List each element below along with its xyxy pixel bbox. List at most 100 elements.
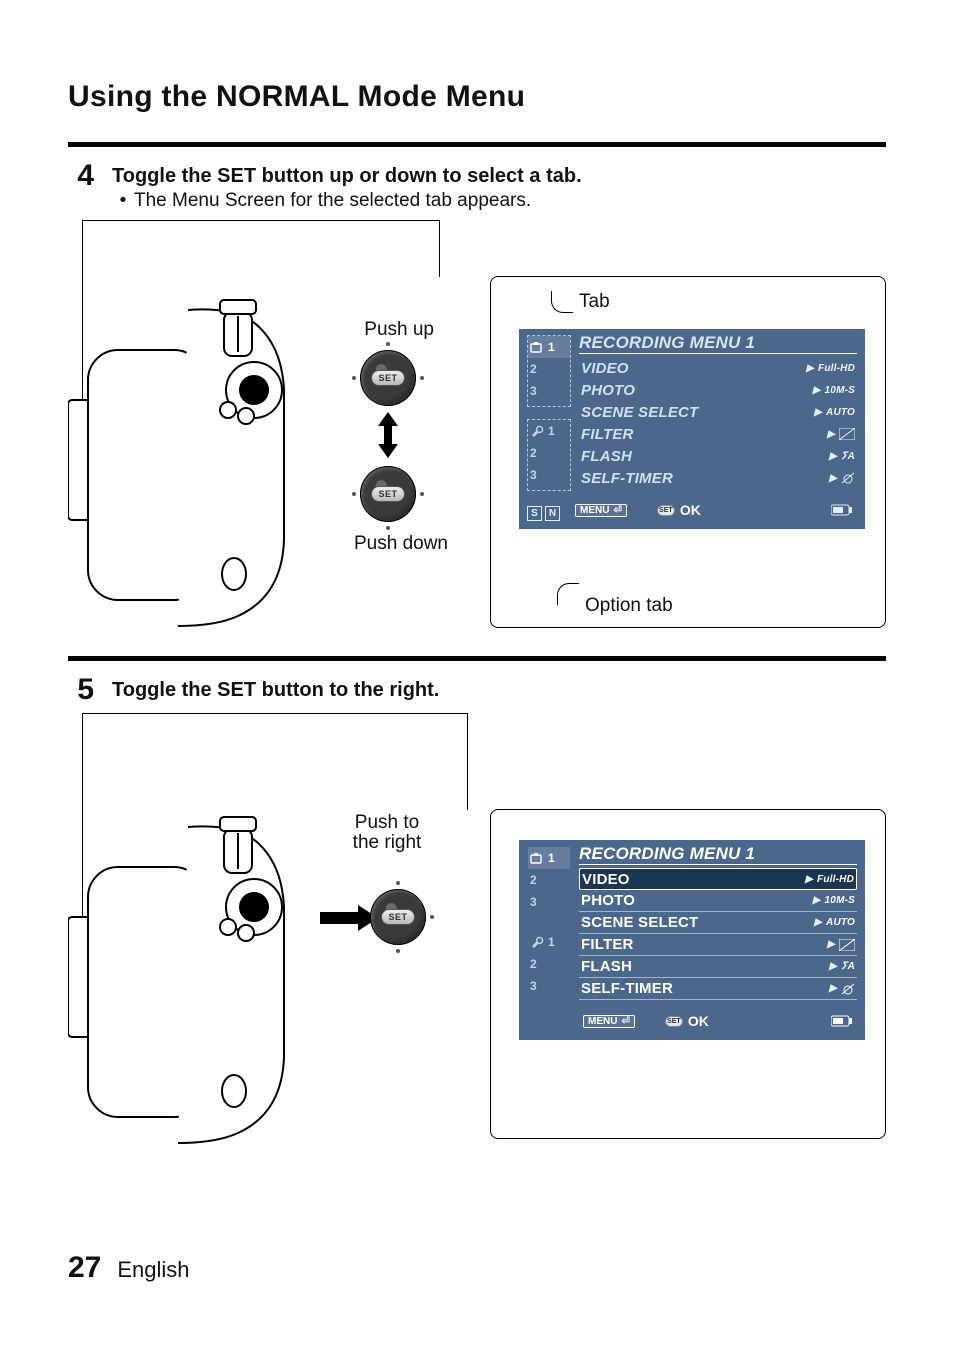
set-button-label: SET [371, 370, 405, 386]
row-scene-select[interactable]: SCENE SELECT ▶ AUTO [579, 912, 857, 934]
tab-opt-2[interactable]: 2 [528, 953, 570, 975]
return-icon: ⏎ [613, 505, 621, 516]
tab-rec-3[interactable]: 3 [528, 891, 570, 913]
filter-off-icon [839, 939, 855, 951]
step-4-note-text: The Menu Screen for the selected tab app… [134, 190, 531, 211]
row-flash[interactable]: FLASH▶ⵢA [579, 445, 857, 467]
set-button-label: SET [371, 486, 405, 502]
dot-icon [420, 376, 424, 380]
row-value: ⵢA [841, 451, 855, 462]
tab-num: 2 [530, 362, 537, 376]
row-self-timer[interactable]: SELF-TIMER▶ [579, 978, 857, 1000]
tab-num: 1 [548, 424, 555, 438]
camera-icon [530, 340, 544, 354]
row-value: 10M-S [825, 385, 855, 396]
timer-off-icon [841, 472, 855, 484]
row-photo[interactable]: PHOTO▶10M-S [579, 379, 857, 401]
row-label: FILTER [581, 426, 634, 443]
tab-opt-1[interactable]: 1 [528, 420, 570, 442]
tab-opt-3[interactable]: 3 [528, 975, 570, 997]
dot-icon [420, 492, 424, 496]
menu-label: MENU [580, 505, 609, 516]
dot-icon [430, 915, 434, 919]
divider [68, 656, 886, 661]
tab-num: 3 [530, 384, 537, 398]
chip-n: N [545, 506, 560, 521]
set-button-down[interactable]: SET [360, 466, 416, 522]
step-5: 5 Toggle the SET button to the right. [68, 675, 886, 705]
tabs-sidebar[interactable]: 1 2 3 1 2 3 [527, 846, 573, 1008]
tab-num: 3 [530, 895, 537, 909]
menu-label: MENU [588, 1016, 617, 1027]
set-button-label: SET [381, 909, 415, 925]
row-label: VIDEO [581, 360, 629, 377]
dot-icon [396, 949, 400, 953]
push-right-label: Push tothe right [324, 813, 450, 853]
filter-off-icon [839, 428, 855, 440]
step-4-headline: Toggle the SET button up or down to sele… [112, 165, 886, 188]
chevron-right-icon: ▶ [813, 895, 821, 906]
row-value: AUTO [826, 407, 855, 418]
tab-num: 3 [530, 979, 537, 993]
chevron-right-icon: ▶ [814, 407, 822, 418]
tab-rec-1[interactable]: 1 [528, 847, 570, 869]
tab-num: 3 [530, 468, 537, 482]
battery-icon [831, 504, 853, 516]
lcd-screen-2: RECORDING MENU 1 1 2 3 1 2 3 [490, 809, 886, 1139]
set-button-up[interactable]: SET [360, 350, 416, 406]
row-filter[interactable]: FILTER▶ [579, 423, 857, 445]
page-number: 27 [68, 1251, 101, 1285]
back-button[interactable]: MENU⏎ [583, 1015, 635, 1028]
tab-opt-3[interactable]: 3 [528, 464, 570, 486]
chevron-right-icon: ▶ [829, 961, 837, 972]
tab-rec-2[interactable]: 2 [528, 869, 570, 891]
row-label: SCENE SELECT [581, 914, 698, 931]
chevron-right-icon: ▶ [829, 451, 837, 462]
chevron-right-icon: ▶ [829, 983, 837, 994]
menu-footer: MENU ⏎ SETOK [571, 499, 857, 521]
row-self-timer[interactable]: SELF-TIMER▶ [579, 467, 857, 489]
sn-chips: S N [527, 506, 560, 521]
step-5-headline: Toggle the SET button to the right. [112, 679, 886, 702]
chevron-right-icon: ▶ [813, 385, 821, 396]
tab-opt-2[interactable]: 2 [528, 442, 570, 464]
row-video[interactable]: VIDEO▶Full-HD [579, 868, 857, 890]
row-scene-select[interactable]: SCENE SELECT▶AUTO [579, 401, 857, 423]
chevron-right-icon: ▶ [827, 939, 835, 950]
tab-rec-3[interactable]: 3 [528, 380, 570, 402]
row-flash[interactable]: FLASH▶ⵢA [579, 956, 857, 978]
tab-num: 1 [548, 851, 555, 865]
row-label: FILTER [581, 936, 634, 953]
row-filter[interactable]: FILTER ▶ [579, 934, 857, 956]
wrench-icon [530, 424, 544, 438]
ok-label: OK [688, 1013, 709, 1029]
figure-step-5: Push tothe right SET RECORDING MENU 1 1 … [68, 713, 886, 1149]
set-button-right[interactable]: SET [370, 889, 426, 945]
tab-rec-1[interactable]: 1 [528, 336, 570, 358]
bullet-icon: • [112, 190, 134, 212]
lcd-screen-1: Tab RECORDING MENU 1 1 2 3 1 2 [490, 276, 886, 628]
row-video[interactable]: VIDEO ▶ Full-HD [579, 357, 857, 379]
tab-opt-1[interactable]: 1 [528, 931, 570, 953]
dot-icon [352, 376, 356, 380]
ok-label: OK [680, 502, 701, 518]
ok-button[interactable]: SETOK [657, 502, 701, 518]
row-value: Full-HD [817, 874, 854, 885]
tabs-sidebar[interactable]: 1 2 3 1 2 3 [527, 335, 573, 497]
row-value: AUTO [826, 917, 855, 928]
row-photo[interactable]: PHOTO▶10M-S [579, 890, 857, 912]
tab-rec-2[interactable]: 2 [528, 358, 570, 380]
chevron-right-icon: ▶ [806, 363, 814, 374]
chip-s: S [527, 506, 542, 521]
back-button[interactable]: MENU ⏎ [575, 504, 627, 517]
page-title: Using the NORMAL Mode Menu [68, 80, 886, 114]
tab-callout: Tab [551, 291, 610, 313]
menu-rows: VIDEO▶Full-HD PHOTO▶10M-S SCENE SELECT▶A… [579, 868, 857, 1000]
row-value: Full-HD [818, 363, 855, 374]
divider [68, 142, 886, 147]
ok-button[interactable]: SETOK [665, 1013, 709, 1029]
chevron-right-icon: ▶ [814, 917, 822, 928]
dot-icon [386, 526, 390, 530]
row-label: PHOTO [581, 892, 635, 909]
menu-title: RECORDING MENU 1 [579, 333, 857, 355]
